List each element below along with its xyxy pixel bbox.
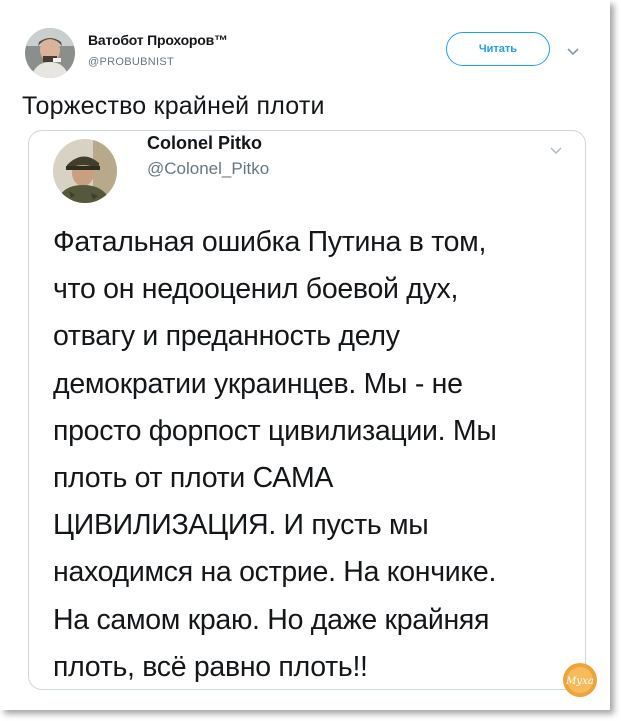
tweet-text: Торжество крайней плоти [22, 92, 325, 120]
chevron-down-icon[interactable] [549, 143, 563, 161]
watermark-logo: Муха [562, 662, 598, 698]
quoted-tweet-line: плоть, всё равно плоть!! [53, 650, 368, 683]
quoted-tweet-card[interactable]: Colonel Pitko @Colonel_Pitko Фатальная о… [28, 130, 586, 690]
quoted-tweet-line: На самом краю. Но даже крайняя [53, 603, 490, 636]
quoted-tweet-line: ЦИВИЛИЗАЦИЯ. И пусть мы [53, 509, 429, 542]
quoted-author-name[interactable]: Colonel Pitko [147, 133, 262, 154]
watermark-text: Муха [565, 676, 594, 687]
quoted-tweet-line: находимся на острие. На кончике. [53, 556, 497, 589]
quoted-author-avatar-image [53, 139, 117, 203]
quoted-tweet-line: просто форпост цивилизации. Мы [53, 414, 497, 447]
follow-button[interactable]: Читать [446, 32, 550, 66]
quoted-tweet-text: Фатальная ошибка Путина в том, что он не… [53, 219, 573, 691]
chevron-down-icon[interactable] [566, 44, 580, 62]
quoted-tweet-line: отвагу и преданность делу [53, 320, 400, 353]
quoted-tweet-line: что он недооценил боевой дух, [53, 273, 459, 306]
author-avatar-image [25, 28, 75, 78]
author-name[interactable]: Ватобот Прохоров™ [88, 32, 228, 48]
author-handle[interactable]: @PROBUBNIST [88, 56, 174, 68]
quoted-tweet-line: плоть от плоти САМА [53, 462, 334, 495]
tweet-screenshot: Ватобот Прохоров™ @PROBUBNIST Читать Тор… [0, 0, 610, 710]
quoted-tweet-line: Фатальная ошибка Путина в том, [53, 226, 487, 258]
author-avatar[interactable] [25, 28, 75, 78]
quoted-author-handle[interactable]: @Colonel_Pitko [147, 159, 269, 179]
quoted-tweet-line: демократии украинцев. Мы - не [53, 367, 463, 400]
quoted-author-avatar[interactable] [53, 139, 117, 203]
